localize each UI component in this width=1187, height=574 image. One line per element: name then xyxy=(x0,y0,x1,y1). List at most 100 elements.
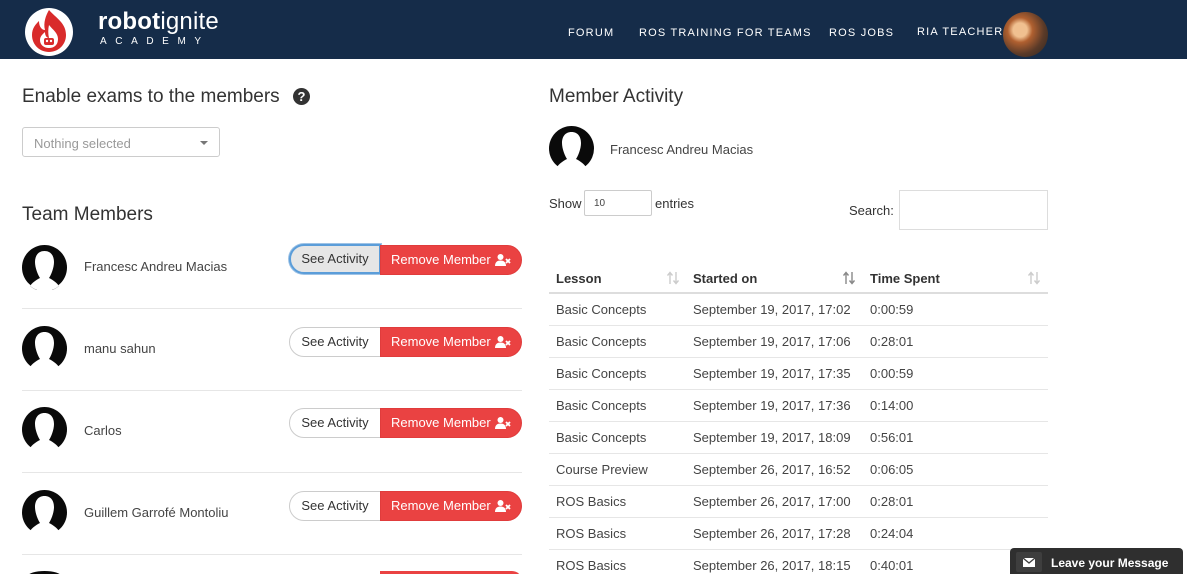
cell-lesson: Basic Concepts xyxy=(556,302,647,317)
user-times-icon xyxy=(495,417,511,429)
cell-lesson: ROS Basics xyxy=(556,494,627,509)
cell-time-spent: 0:28:01 xyxy=(870,494,914,509)
table-row: ROS Basics September 26, 2017, 18:15 0:4… xyxy=(549,550,1048,574)
user-silhouette-icon xyxy=(549,126,594,171)
remove-member-label: Remove Member xyxy=(391,252,491,267)
user-silhouette-icon xyxy=(22,407,67,452)
logo-academy: ACADEMY xyxy=(100,36,210,47)
nav-link-ria-teacher[interactable]: RIA TEACHER xyxy=(917,26,1003,39)
user-silhouette-icon xyxy=(22,490,67,535)
table-row: Course Preview September 26, 2017, 16:52… xyxy=(549,454,1048,486)
table-header: Lesson Started on Time Spent xyxy=(549,262,1048,294)
member-row: manu sahun See Activity Remove Member xyxy=(22,309,522,391)
column-header-started-on[interactable]: Started on xyxy=(693,271,757,286)
remove-member-button[interactable]: Remove Member xyxy=(380,245,522,275)
member-name: Carlos xyxy=(84,423,122,438)
nav-link-ros-training-for-teams[interactable]: ROS TRAINING FOR TEAMS xyxy=(639,27,812,40)
cell-time-spent: 0:00:59 xyxy=(870,302,914,317)
activity-member-name: Francesc Andreu Macias xyxy=(610,142,754,157)
cell-started-on: September 19, 2017, 17:35 xyxy=(693,366,851,381)
cell-lesson: Basic Concepts xyxy=(556,366,647,381)
table-row: Basic Concepts September 19, 2017, 17:06… xyxy=(549,326,1048,358)
see-activity-button[interactable]: See Activity xyxy=(289,491,381,521)
member-name: Guillem Garrofé Montoliu xyxy=(84,505,229,520)
cell-started-on: September 19, 2017, 18:09 xyxy=(693,430,851,445)
cell-started-on: September 26, 2017, 17:00 xyxy=(693,494,851,509)
table-row: Basic Concepts September 19, 2017, 17:36… xyxy=(549,390,1048,422)
enable-exams-heading: Enable exams to the members xyxy=(22,86,280,107)
remove-member-button[interactable]: Remove Member xyxy=(380,491,522,521)
nav-link-forum[interactable]: FORUM xyxy=(568,27,614,40)
see-activity-button[interactable]: See Activity xyxy=(289,408,381,438)
sort-ascending-icon[interactable] xyxy=(843,271,855,285)
remove-member-button[interactable]: Remove Member xyxy=(380,408,522,438)
show-label: Show xyxy=(549,196,582,211)
user-times-icon xyxy=(495,500,511,512)
cell-lesson: Course Preview xyxy=(556,462,648,477)
cell-time-spent: 0:00:59 xyxy=(870,366,914,381)
logo-word-robot: robot xyxy=(98,8,161,35)
caret-down-icon xyxy=(200,141,208,145)
search-input[interactable] xyxy=(899,190,1048,230)
envelope-icon xyxy=(1016,552,1042,572)
cell-time-spent: 0:24:04 xyxy=(870,526,914,541)
member-row: Francesc Andreu Macias See Activity Remo… xyxy=(22,227,522,309)
top-navbar: robotignite ACADEMY FORUM ROS TRAINING F… xyxy=(0,0,1187,59)
cell-lesson: ROS Basics xyxy=(556,526,627,541)
member-activity-heading: Member Activity xyxy=(549,86,684,107)
member-name: Francesc Andreu Macias xyxy=(84,259,228,274)
logo-word-ignite: ignite xyxy=(160,8,219,35)
team-members-heading: Team Members xyxy=(22,204,153,225)
cell-time-spent: 0:56:01 xyxy=(870,430,914,445)
member-name: manu sahun xyxy=(84,341,156,356)
user-avatar[interactable] xyxy=(1003,12,1048,57)
leave-message-label: Leave your Message xyxy=(1051,556,1169,570)
nav-link-ros-jobs[interactable]: ROS JOBS xyxy=(829,27,894,40)
cell-started-on: September 26, 2017, 18:15 xyxy=(693,558,851,573)
cell-time-spent: 0:28:01 xyxy=(870,334,914,349)
cell-lesson: Basic Concepts xyxy=(556,334,647,349)
cell-lesson: Basic Concepts xyxy=(556,398,647,413)
user-times-icon xyxy=(495,254,511,266)
user-times-icon xyxy=(495,336,511,348)
table-row: Basic Concepts September 19, 2017, 17:02… xyxy=(549,294,1048,326)
member-row: Carlos See Activity Remove Member xyxy=(22,391,522,473)
remove-member-button[interactable]: Remove Member xyxy=(380,327,522,357)
entries-label: entries xyxy=(655,196,695,211)
member-row: Guillem Garrofé Montoliu See Activity Re… xyxy=(22,473,522,555)
cell-time-spent: 0:14:00 xyxy=(870,398,914,413)
flame-logo-icon xyxy=(25,8,73,56)
cell-started-on: September 19, 2017, 17:36 xyxy=(693,398,851,413)
cell-time-spent: 0:40:01 xyxy=(870,558,914,573)
cell-lesson: ROS Basics xyxy=(556,558,627,573)
user-silhouette-icon xyxy=(22,326,67,371)
remove-member-label: Remove Member xyxy=(391,415,491,430)
question-circle-icon[interactable]: ? xyxy=(293,88,310,105)
remove-member-label: Remove Member xyxy=(391,334,491,349)
leave-message-widget[interactable]: Leave your Message xyxy=(1010,548,1183,574)
user-silhouette-icon xyxy=(22,245,67,290)
table-row: Basic Concepts September 19, 2017, 17:35… xyxy=(549,358,1048,390)
exams-select-placeholder: Nothing selected xyxy=(34,136,131,151)
member-row-partial xyxy=(22,555,522,574)
cell-started-on: September 26, 2017, 16:52 xyxy=(693,462,851,477)
column-header-lesson[interactable]: Lesson xyxy=(556,271,602,286)
see-activity-button[interactable]: See Activity xyxy=(289,327,381,357)
cell-time-spent: 0:06:05 xyxy=(870,462,914,477)
exams-select[interactable]: Nothing selected xyxy=(22,127,220,157)
remove-member-label: Remove Member xyxy=(391,498,491,513)
cell-started-on: September 26, 2017, 17:28 xyxy=(693,526,851,541)
cell-started-on: September 19, 2017, 17:02 xyxy=(693,302,851,317)
table-row: ROS Basics September 26, 2017, 17:00 0:2… xyxy=(549,486,1048,518)
cell-started-on: September 19, 2017, 17:06 xyxy=(693,334,851,349)
table-row: ROS Basics September 26, 2017, 17:28 0:2… xyxy=(549,518,1048,550)
see-activity-button[interactable]: See Activity xyxy=(289,244,381,274)
robotignite-logo[interactable]: robotignite ACADEMY xyxy=(22,3,219,57)
sort-icon[interactable] xyxy=(667,271,679,285)
cell-lesson: Basic Concepts xyxy=(556,430,647,445)
column-header-time-spent[interactable]: Time Spent xyxy=(870,271,940,286)
sort-icon[interactable] xyxy=(1028,271,1040,285)
search-label: Search: xyxy=(849,203,894,218)
table-row: Basic Concepts September 19, 2017, 18:09… xyxy=(549,422,1048,454)
entries-per-page-input[interactable] xyxy=(584,190,652,216)
